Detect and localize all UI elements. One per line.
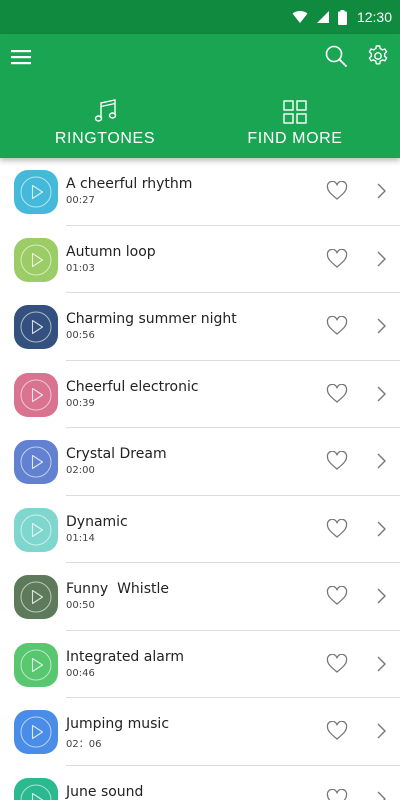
chevron-right-icon[interactable] <box>374 452 388 470</box>
ringtone-duration: 00:39 <box>66 397 95 409</box>
list-item[interactable]: Jumping music 02：06 <box>0 698 400 766</box>
thumbnail <box>14 440 58 484</box>
thumbnail <box>14 170 58 214</box>
thumbnail <box>14 507 58 552</box>
ringtone-duration: 00:50 <box>66 600 95 611</box>
ringtone-duration: 00:27 <box>66 195 95 206</box>
ringtone-duration: 02:00 <box>66 465 95 476</box>
heart-icon[interactable] <box>326 653 348 674</box>
list-item[interactable]: Dynamic 01:14 <box>0 496 400 564</box>
play-icon[interactable] <box>14 440 58 484</box>
ringtone-duration: 02：06 <box>66 739 102 750</box>
ringtone-title: Integrated alarm <box>66 648 184 665</box>
heart-icon[interactable] <box>326 451 348 471</box>
play-icon[interactable] <box>14 778 58 800</box>
play-icon[interactable] <box>14 508 58 552</box>
ringtone-title: Cheerful electronic <box>66 378 199 395</box>
heart-icon[interactable] <box>326 586 348 606</box>
ringtone-list: A cheerful rhythm 00:27 Autumn loop 01:0… <box>0 158 400 800</box>
chevron-right-icon[interactable] <box>374 587 388 605</box>
list-item[interactable]: Integrated alarm 00:46 <box>0 631 400 699</box>
ringtone-duration: 01:14 <box>66 532 95 544</box>
list-item[interactable]: Autumn loop 01:03 <box>0 226 400 294</box>
list-item[interactable]: Funny Whistle 00:50 <box>0 563 400 631</box>
list-item[interactable]: A cheerful rhythm 00:27 <box>0 158 400 226</box>
heart-icon[interactable] <box>326 721 348 741</box>
status-bar: 12:30 <box>0 0 400 34</box>
wifi-icon <box>292 11 308 23</box>
play-icon[interactable] <box>14 710 58 754</box>
thumbnail <box>14 710 58 754</box>
ringtone-title: Funny Whistle <box>66 581 169 597</box>
list-item[interactable]: Crystal Dream 02:00 <box>0 428 400 496</box>
menu-button[interactable] <box>10 46 32 68</box>
tab-ringtones[interactable]: RINGTONES <box>5 98 205 154</box>
chevron-right-icon[interactable] <box>374 317 388 335</box>
chevron-right-icon[interactable] <box>374 385 388 403</box>
ringtone-title: A cheerful rhythm <box>66 176 193 192</box>
chevron-right-icon[interactable] <box>374 722 388 740</box>
ringtone-title: Autumn loop <box>66 243 156 260</box>
list-item[interactable]: June sound <box>0 766 400 800</box>
grid-icon <box>283 100 307 124</box>
heart-icon[interactable] <box>326 248 348 269</box>
status-time: 12:30 <box>356 9 392 25</box>
tab-find-more[interactable]: FIND MORE <box>195 98 395 154</box>
gear-icon <box>368 45 388 65</box>
tab-find-more-label: FIND MORE <box>247 130 343 147</box>
chevron-right-icon[interactable] <box>374 520 388 538</box>
play-icon[interactable] <box>14 373 58 417</box>
play-icon[interactable] <box>14 643 58 687</box>
list-item[interactable]: Charming summer night 00:56 <box>0 293 400 361</box>
menu-icon <box>11 50 31 65</box>
heart-icon[interactable] <box>326 518 348 539</box>
thumbnail <box>14 372 58 417</box>
chevron-right-icon[interactable] <box>374 655 388 673</box>
chevron-right-icon[interactable] <box>374 250 388 268</box>
ringtone-duration: 00:56 <box>66 330 95 341</box>
ringtone-title: June sound <box>66 783 144 800</box>
app-bar: RINGTONES FIND MORE <box>0 34 400 158</box>
ringtone-title: Dynamic <box>66 513 128 530</box>
thumbnail <box>14 777 58 800</box>
play-icon[interactable] <box>14 305 58 349</box>
ringtone-title: Crystal Dream <box>66 446 167 462</box>
heart-icon[interactable] <box>326 316 348 336</box>
thumbnail <box>14 575 58 619</box>
ringtone-duration: 00:46 <box>66 667 95 679</box>
play-icon[interactable] <box>14 575 58 619</box>
ringtone-duration: 01:03 <box>66 262 95 274</box>
heart-icon[interactable] <box>326 181 348 201</box>
thumbnail <box>14 237 58 282</box>
list-item[interactable]: Cheerful electronic 00:39 <box>0 361 400 429</box>
play-icon[interactable] <box>14 170 58 214</box>
music-note-icon <box>94 99 117 122</box>
search-icon <box>325 45 347 67</box>
settings-button[interactable] <box>366 44 390 68</box>
search-button[interactable] <box>324 44 348 68</box>
ringtone-title: Charming summer night <box>66 311 237 327</box>
chevron-right-icon[interactable] <box>374 790 388 800</box>
thumbnail <box>14 305 58 349</box>
thumbnail <box>14 642 58 687</box>
chevron-right-icon[interactable] <box>374 182 388 200</box>
play-icon[interactable] <box>14 238 58 282</box>
heart-icon[interactable] <box>326 788 348 800</box>
signal-icon <box>316 11 329 23</box>
heart-icon[interactable] <box>326 383 348 404</box>
ringtone-title: Jumping music <box>66 716 170 732</box>
battery-icon <box>337 9 347 25</box>
tab-ringtones-label: RINGTONES <box>54 130 156 147</box>
